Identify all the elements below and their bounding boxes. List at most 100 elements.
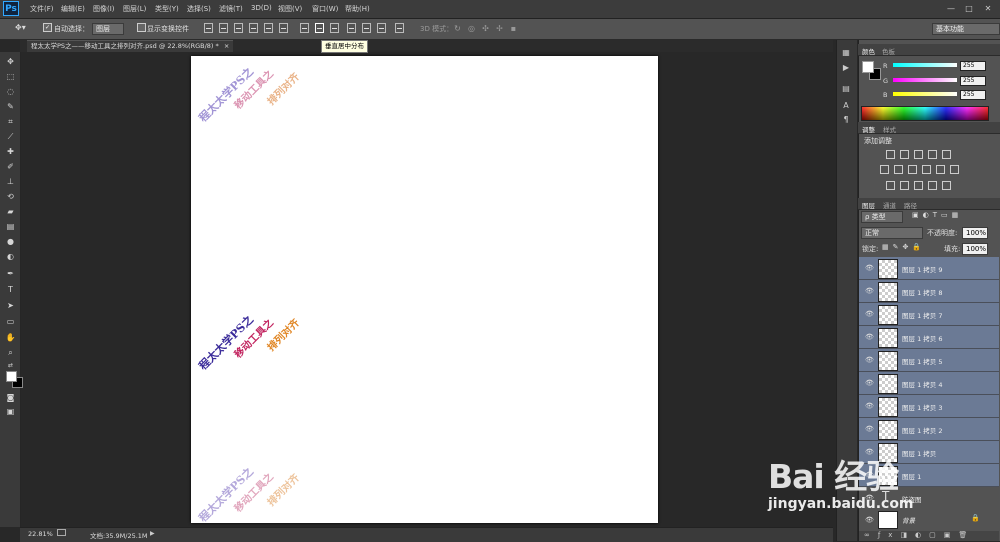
close-window-button[interactable]: ✕ bbox=[981, 3, 995, 14]
visibility-eye-icon[interactable]: 👁 bbox=[865, 264, 874, 272]
tab-color[interactable]: 颜色 bbox=[862, 46, 875, 56]
visibility-eye-icon[interactable]: 👁 bbox=[865, 310, 874, 318]
distribute-left-icon[interactable] bbox=[347, 23, 356, 33]
color-r-value[interactable]: 255 bbox=[960, 61, 986, 71]
align-bottom-icon[interactable] bbox=[234, 23, 243, 33]
levels-adjust-icon[interactable] bbox=[900, 150, 909, 159]
gradient-tool-icon[interactable]: ▤ bbox=[5, 221, 16, 232]
invert-adjust-icon[interactable] bbox=[886, 181, 895, 190]
layer-name[interactable]: 图层 1 拷贝 2 bbox=[902, 425, 942, 435]
visibility-eye-icon[interactable]: 👁 bbox=[865, 356, 874, 364]
3d-slide-icon[interactable]: ✢ bbox=[495, 24, 504, 33]
color-b-value[interactable]: 255 bbox=[960, 90, 986, 100]
menu-edit[interactable]: 编辑(E) bbox=[61, 4, 85, 14]
menu-select[interactable]: 选择(S) bbox=[187, 4, 211, 14]
distribute-bottom-icon[interactable] bbox=[330, 23, 339, 33]
document-tab-close-icon[interactable]: × bbox=[224, 42, 229, 50]
color-g-slider[interactable] bbox=[893, 78, 957, 82]
3d-roll-icon[interactable]: ◎ bbox=[467, 24, 476, 33]
3d-rotate-icon[interactable]: ↻ bbox=[453, 24, 462, 33]
tab-styles[interactable]: 样式 bbox=[883, 124, 896, 134]
paragraph-panel-icon[interactable]: ¶ bbox=[840, 114, 852, 126]
menu-window[interactable]: 窗口(W) bbox=[312, 4, 338, 14]
clone-stamp-tool-icon[interactable]: ⊥ bbox=[5, 176, 16, 187]
menu-view[interactable]: 视图(V) bbox=[278, 4, 302, 14]
visibility-eye-icon[interactable]: 👁 bbox=[865, 402, 874, 410]
status-export-icon[interactable] bbox=[57, 529, 66, 536]
layer-name[interactable]: 图层 1 拷贝 3 bbox=[902, 402, 942, 412]
menu-3d[interactable]: 3D(D) bbox=[251, 4, 272, 12]
layer-name[interactable]: 图层 1 拷贝 8 bbox=[902, 287, 942, 297]
crop-tool-icon[interactable]: ⌗ bbox=[5, 116, 16, 127]
channel-mixer-adjust-icon[interactable] bbox=[936, 165, 945, 174]
distribute-right-icon[interactable] bbox=[377, 23, 386, 33]
layer-row[interactable]: 👁 图层 1 拷贝 2 bbox=[859, 418, 999, 441]
color-balance-adjust-icon[interactable] bbox=[894, 165, 903, 174]
posterize-adjust-icon[interactable] bbox=[900, 181, 909, 190]
layer-row[interactable]: 👁 图层 1 拷贝 3 bbox=[859, 395, 999, 418]
black-white-adjust-icon[interactable] bbox=[908, 165, 917, 174]
healing-brush-tool-icon[interactable]: ✚ bbox=[5, 146, 16, 157]
tab-layers[interactable]: 图层 bbox=[862, 200, 875, 210]
color-foreground-swatch[interactable] bbox=[862, 61, 874, 73]
visibility-eye-icon[interactable]: 👁 bbox=[865, 333, 874, 341]
properties-panel-icon[interactable]: ▤ bbox=[840, 83, 852, 95]
align-top-icon[interactable] bbox=[204, 23, 213, 33]
auto-select-checkbox[interactable]: ✓ bbox=[43, 23, 52, 32]
document-canvas[interactable]: 程太太学PS之 移动工具之 排列对齐 程太太学PS之 移动工具之 排列对齐 程太… bbox=[191, 56, 658, 523]
layer-row[interactable]: 👁 图层 1 拷贝 8 bbox=[859, 280, 999, 303]
dodge-tool-icon[interactable]: ◐ bbox=[5, 251, 16, 262]
3d-drag-icon[interactable]: ✣ bbox=[481, 24, 490, 33]
tab-swatches[interactable]: 色板 bbox=[882, 46, 895, 56]
menu-image[interactable]: 图像(I) bbox=[93, 4, 115, 14]
distribute-hcenter-icon[interactable] bbox=[362, 23, 371, 33]
move-tool-icon[interactable]: ✥▾ bbox=[15, 23, 26, 32]
pen-tool-icon[interactable]: ✒ bbox=[5, 268, 16, 279]
hand-tool-icon[interactable]: ✋ bbox=[5, 332, 16, 343]
menu-help[interactable]: 帮助(H) bbox=[345, 4, 370, 14]
layer-row[interactable]: 👁 图层 1 拷贝 4 bbox=[859, 372, 999, 395]
threshold-adjust-icon[interactable] bbox=[914, 181, 923, 190]
visibility-eye-icon[interactable]: 👁 bbox=[865, 287, 874, 295]
screen-mode-icon[interactable]: ▣ bbox=[5, 406, 16, 417]
align-right-icon[interactable] bbox=[279, 23, 288, 33]
lasso-tool-icon[interactable]: ◌ bbox=[5, 86, 16, 97]
foreground-color-swatch[interactable] bbox=[6, 371, 17, 382]
tab-channels[interactable]: 通道 bbox=[883, 200, 896, 210]
align-vcenter-icon[interactable] bbox=[219, 23, 228, 33]
auto-select-dropdown[interactable]: 图层 bbox=[92, 23, 124, 35]
selective-color-adjust-icon[interactable] bbox=[942, 181, 951, 190]
layer-name[interactable]: 图层 1 拷贝 4 bbox=[902, 379, 942, 389]
layer-row[interactable]: 👁 图层 1 拷贝 6 bbox=[859, 326, 999, 349]
path-select-tool-icon[interactable]: ➤ bbox=[5, 300, 16, 311]
eraser-tool-icon[interactable]: ▰ bbox=[5, 206, 16, 217]
menu-file[interactable]: 文件(F) bbox=[30, 4, 54, 14]
menu-layer[interactable]: 图层(L) bbox=[123, 4, 146, 14]
curves-adjust-icon[interactable] bbox=[914, 150, 923, 159]
history-panel-icon[interactable]: ▦ bbox=[840, 47, 852, 59]
brush-tool-icon[interactable]: ✐ bbox=[5, 161, 16, 172]
type-tool-icon[interactable]: T bbox=[5, 284, 16, 295]
distribute-top-icon[interactable] bbox=[300, 23, 309, 33]
layer-name[interactable]: 图层 1 拷贝 9 bbox=[902, 264, 942, 274]
actions-panel-icon[interactable]: ▶ bbox=[840, 62, 852, 74]
tab-adjustments[interactable]: 调整 bbox=[862, 124, 875, 134]
eyedropper-tool-icon[interactable]: ⟋ bbox=[5, 131, 16, 142]
layer-filter-icons[interactable]: ▣◐T▭▦ bbox=[912, 211, 962, 219]
visibility-eye-icon[interactable]: 👁 bbox=[865, 425, 874, 433]
quick-mask-icon[interactable]: ◙ bbox=[5, 392, 16, 403]
blur-tool-icon[interactable]: ● bbox=[5, 236, 16, 247]
layer-name[interactable]: 图层 1 拷贝 7 bbox=[902, 310, 942, 320]
gradient-map-adjust-icon[interactable] bbox=[928, 181, 937, 190]
visibility-eye-icon[interactable]: 👁 bbox=[865, 379, 874, 387]
layer-name[interactable]: 图层 1 拷贝 5 bbox=[902, 356, 942, 366]
vibrance-adjust-icon[interactable] bbox=[942, 150, 951, 159]
marquee-tool-icon[interactable]: ⬚ bbox=[5, 71, 16, 82]
menu-filter[interactable]: 滤镜(T) bbox=[219, 4, 243, 14]
align-hcenter-icon[interactable] bbox=[264, 23, 273, 33]
hue-saturation-adjust-icon[interactable] bbox=[880, 165, 889, 174]
lock-icons[interactable]: ▦✎✥🔒 bbox=[882, 243, 925, 251]
brightness-adjust-icon[interactable] bbox=[886, 150, 895, 159]
zoom-readout[interactable]: 22.81% bbox=[28, 530, 53, 538]
blend-mode-dropdown[interactable]: 正常 bbox=[861, 227, 923, 239]
